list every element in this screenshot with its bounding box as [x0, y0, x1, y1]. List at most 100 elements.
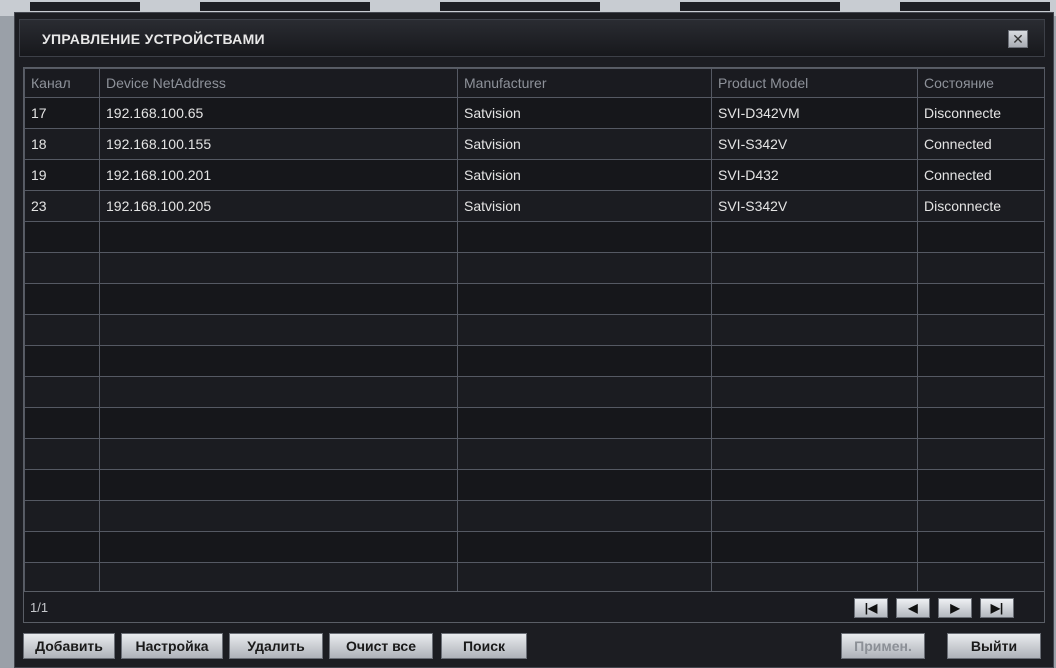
empty-cell [24, 438, 100, 470]
empty-cell [917, 376, 1045, 408]
empty-cell [99, 531, 458, 563]
empty-cell [24, 283, 100, 315]
table-header-row: Канал Device NetAddress Manufacturer Pro… [24, 68, 1045, 98]
cell-product-model: SVI-D432 [711, 159, 918, 191]
pager-bar: 1/1 |◀ ◀ ▶ ▶| [23, 591, 1045, 623]
empty-cell [24, 407, 100, 439]
cell-net-address: 192.168.100.201 [99, 159, 458, 191]
table-row[interactable]: 17 192.168.100.65 Satvision SVI-D342VM Disco… [24, 97, 1045, 129]
last-page-icon[interactable]: ▶| [980, 598, 1014, 618]
empty-table-row[interactable] [24, 314, 1045, 346]
next-page-icon[interactable]: ▶ [938, 598, 972, 618]
empty-cell [917, 252, 1045, 284]
empty-cell [457, 283, 712, 315]
empty-cell [24, 345, 100, 377]
header-net-address[interactable]: Device NetAddress [99, 68, 458, 98]
first-page-icon[interactable]: |◀ [854, 598, 888, 618]
title-bar: УПРАВЛЕНИЕ УСТРОЙСТВАМИ ✕ [19, 19, 1045, 57]
empty-cell [711, 283, 918, 315]
delete-button[interactable]: Удалить [229, 633, 323, 659]
table-row[interactable]: 18 192.168.100.155 Satvision SVI-S342V Conne… [24, 128, 1045, 160]
empty-cell [917, 345, 1045, 377]
empty-cell [711, 438, 918, 470]
close-icon[interactable]: ✕ [1008, 30, 1028, 48]
empty-cell [917, 500, 1045, 532]
empty-table-row[interactable] [24, 221, 1045, 253]
empty-cell [917, 469, 1045, 501]
page-indicator: 1/1 [30, 600, 49, 615]
empty-table-row[interactable] [24, 283, 1045, 315]
empty-cell [917, 562, 1045, 594]
cell-channel: 19 [24, 159, 100, 191]
empty-cell [24, 314, 100, 346]
empty-cell [917, 438, 1045, 470]
empty-cell [917, 531, 1045, 563]
cell-status: Connected [917, 159, 1045, 191]
empty-table-row[interactable] [24, 469, 1045, 501]
add-button[interactable]: Добавить [23, 633, 115, 659]
cell-product-model: SVI-D342VM [711, 97, 918, 129]
cell-channel: 23 [24, 190, 100, 222]
dialog-title: УПРАВЛЕНИЕ УСТРОЙСТВАМИ [42, 31, 265, 47]
empty-cell [99, 438, 458, 470]
header-status[interactable]: Состояние [917, 68, 1045, 98]
empty-cell [917, 407, 1045, 439]
empty-cell [711, 531, 918, 563]
empty-cell [711, 562, 918, 594]
empty-cell [711, 221, 918, 253]
empty-cell [99, 500, 458, 532]
empty-table-row[interactable] [24, 345, 1045, 377]
empty-cell [711, 407, 918, 439]
empty-table-row[interactable] [24, 500, 1045, 532]
table-row[interactable]: 23 192.168.100.205 Satvision SVI-S342V Disco… [24, 190, 1045, 222]
cell-manufacturer: Satvision [457, 97, 712, 129]
cell-channel: 17 [24, 97, 100, 129]
empty-cell [99, 345, 458, 377]
apply-button[interactable]: Примен. [841, 633, 925, 659]
cell-product-model: SVI-S342V [711, 190, 918, 222]
empty-cell [24, 500, 100, 532]
empty-cell [24, 252, 100, 284]
empty-cell [99, 562, 458, 594]
empty-cell [24, 469, 100, 501]
empty-cell [24, 376, 100, 408]
empty-table-row[interactable] [24, 562, 1045, 594]
prev-page-icon[interactable]: ◀ [896, 598, 930, 618]
empty-table-row[interactable] [24, 252, 1045, 284]
cell-status: Connected [917, 128, 1045, 160]
table-row[interactable]: 19 192.168.100.201 Satvision SVI-D432 Connec… [24, 159, 1045, 191]
empty-cell [917, 314, 1045, 346]
clear-all-button[interactable]: Очист все [329, 633, 433, 659]
empty-cell [99, 314, 458, 346]
empty-cell [24, 531, 100, 563]
empty-cell [457, 469, 712, 501]
exit-button[interactable]: Выйти [947, 633, 1041, 659]
empty-cell [99, 283, 458, 315]
empty-cell [457, 314, 712, 346]
empty-cell [99, 252, 458, 284]
empty-cell [99, 221, 458, 253]
empty-cell [24, 221, 100, 253]
empty-cell [24, 562, 100, 594]
cell-status: Disconnecte [917, 97, 1045, 129]
device-table: Канал Device NetAddress Manufacturer Pro… [23, 67, 1045, 607]
header-channel[interactable]: Канал [24, 68, 100, 98]
empty-table-row[interactable] [24, 531, 1045, 563]
settings-button[interactable]: Настройка [121, 633, 223, 659]
cell-net-address: 192.168.100.65 [99, 97, 458, 129]
empty-cell [457, 562, 712, 594]
cell-net-address: 192.168.100.205 [99, 190, 458, 222]
empty-table-row[interactable] [24, 376, 1045, 408]
search-button[interactable]: Поиск [441, 633, 527, 659]
header-product-model[interactable]: Product Model [711, 68, 918, 98]
empty-cell [711, 252, 918, 284]
empty-table-row[interactable] [24, 407, 1045, 439]
empty-cell [711, 500, 918, 532]
empty-cell [457, 531, 712, 563]
header-manufacturer[interactable]: Manufacturer [457, 68, 712, 98]
cell-manufacturer: Satvision [457, 128, 712, 160]
empty-table-row[interactable] [24, 438, 1045, 470]
empty-cell [99, 407, 458, 439]
cell-channel: 18 [24, 128, 100, 160]
cell-net-address: 192.168.100.155 [99, 128, 458, 160]
